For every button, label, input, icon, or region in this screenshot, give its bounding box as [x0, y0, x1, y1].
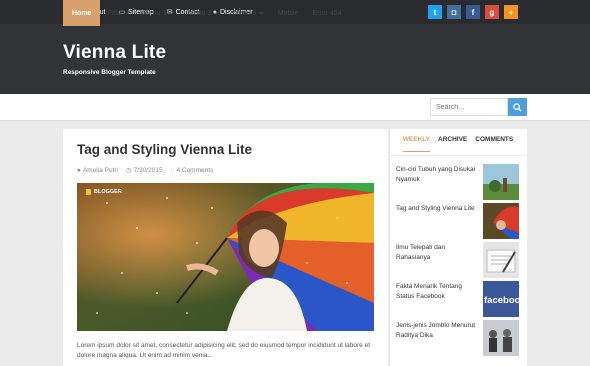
nav-item-menu-2[interactable]: Menu 2 ⌵: [181, 0, 226, 26]
chevron-down-icon: ⌵: [259, 9, 264, 16]
nav-item-error-404[interactable]: Error 404: [305, 0, 348, 26]
tab-weekly[interactable]: WEEKLY: [402, 136, 431, 152]
post-comments[interactable]: ◌ 4 Comments: [171, 167, 214, 174]
nav-item-home[interactable]: Home: [63, 0, 101, 26]
list-item[interactable]: Tag and Styling Vienna Lite: [396, 203, 520, 239]
tab-comments[interactable]: COMMENTS: [475, 136, 513, 152]
site-title[interactable]: Vienna Lite: [63, 42, 166, 64]
list-item-title: Tag and Styling Vienna Lite: [396, 205, 475, 212]
nav-item-menu-1[interactable]: Menu 1 ⌵: [136, 0, 181, 26]
list-item-thumbnail: [483, 242, 519, 278]
post-label-text: BLOGGER: [94, 189, 122, 195]
list-item-title: Fakta Menarik Tentang Status Facebook: [396, 283, 462, 300]
post-title[interactable]: Tag and Styling Vienna Lite: [77, 142, 252, 157]
nav-item-label: Home: [72, 9, 92, 17]
nav-item-label: Mobile: [277, 9, 299, 17]
list-item[interactable]: Jenis-jenis Jomblo Menurut Raditya Dika: [396, 320, 520, 356]
list-item-title: Ciri-ciri Tubuh yang Disukai Nyamuk: [396, 166, 476, 183]
chevron-down-icon: ⌵: [214, 9, 219, 16]
tabs-divider: [389, 155, 527, 156]
facebook-icon[interactable]: f: [466, 5, 480, 19]
post-author[interactable]: ● Amelia Putri: [77, 167, 118, 174]
nav-item-label: Error 404: [312, 9, 342, 17]
post-image-illustration: [77, 183, 374, 331]
instagram-icon[interactable]: ◘: [447, 5, 461, 19]
search-input[interactable]: [430, 98, 508, 116]
chevron-down-icon: ⌵: [124, 9, 130, 16]
chevron-down-icon: ⌵: [169, 9, 174, 16]
list-item-thumbnail: [483, 320, 519, 356]
sidebar-tabs: WEEKLY ARCHIVE COMMENTS: [389, 136, 527, 152]
list-item-thumbnail: [483, 203, 519, 239]
site-description: Responsive Blogger Template: [63, 69, 156, 76]
nav-item-label: Menu 2: [187, 9, 212, 17]
facebook-thumb-text: facebook: [484, 295, 519, 306]
post-date: ◷ 7/30/2015: [125, 166, 163, 175]
nav-item-label: Menu 1: [143, 9, 167, 17]
post-author-name: Amelia Putri: [82, 166, 118, 174]
nav-menu: Home Fitur ⌵ Menu 1 ⌵ Menu 2 ⌵ Menu 3 ⌵ Mobi…: [63, 0, 349, 26]
search-icon: [513, 102, 522, 112]
user-icon: ●: [77, 166, 81, 174]
list-item-thumbnail: [483, 164, 519, 200]
rss-icon[interactable]: +: [504, 5, 518, 19]
clock-icon: ◷: [125, 167, 132, 174]
post-featured-image[interactable]: [77, 183, 374, 331]
twitter-icon[interactable]: t: [428, 5, 442, 19]
post-comments-count: 4 Comments: [176, 166, 214, 174]
bookmark-icon: [86, 189, 91, 195]
post-excerpt: Lorem ipsum dolor sit amet, consectetur …: [77, 342, 371, 359]
nav-item-label: Menu 3: [232, 9, 257, 17]
list-item[interactable]: Fakta Menarik Tentang Status Facebook fa…: [396, 281, 520, 317]
post-meta: ● Amelia Putri ◷ 7/30/2015 ◌ 4 Comments: [77, 166, 221, 175]
social-icons: t ◘ f g +: [423, 5, 518, 19]
search-button[interactable]: [508, 98, 527, 116]
nav-item-menu-3[interactable]: Menu 3 ⌵: [226, 0, 271, 26]
list-item[interactable]: Ilmu Telepati dan Rahasianya: [396, 242, 520, 278]
post-label-badge[interactable]: BLOGGER: [86, 189, 122, 195]
comments-icon: ◌: [170, 166, 175, 174]
list-item-thumbnail: facebook: [483, 281, 519, 317]
nav-item-mobile[interactable]: Mobile: [271, 0, 306, 26]
tab-archive[interactable]: ARCHIVE: [438, 136, 467, 152]
nav-item-fitur[interactable]: Fitur ⌵: [100, 0, 136, 26]
list-item-title: Jenis-jenis Jomblo Menurut Raditya Dika: [396, 322, 476, 339]
nav-item-label: Fitur: [107, 9, 122, 17]
google-plus-icon[interactable]: g: [485, 5, 499, 19]
list-item[interactable]: Ciri-ciri Tubuh yang Disukai Nyamuk: [396, 164, 520, 200]
post-date-value: 7/30/2015: [133, 166, 163, 174]
list-item-title: Ilmu Telepati dan Rahasianya: [396, 244, 446, 261]
